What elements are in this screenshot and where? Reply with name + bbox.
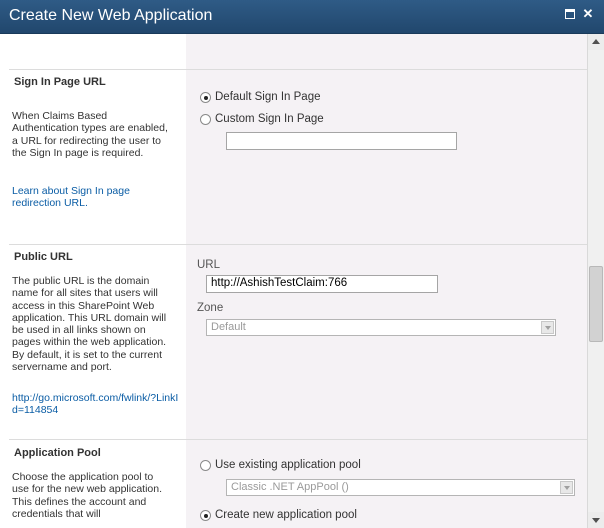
close-icon[interactable]: ✕ xyxy=(582,7,594,20)
scroll-down-icon[interactable] xyxy=(588,512,604,528)
app-pool-section-description: Choose the application pool to use for t… xyxy=(12,471,163,520)
maximize-icon[interactable] xyxy=(564,8,576,20)
app-pool-section-title: Application Pool xyxy=(14,447,101,459)
zone-select-value: Default xyxy=(211,321,246,333)
public-url-input[interactable]: http://AshishTestClaim:766 xyxy=(206,275,438,293)
scroll-up-icon[interactable] xyxy=(588,34,604,50)
chevron-down-icon[interactable] xyxy=(541,321,554,334)
section-divider xyxy=(9,439,587,440)
public-url-section-description: The public URL is the domain name for al… xyxy=(12,275,167,374)
url-field-label: URL xyxy=(197,259,221,271)
public-url-help-link[interactable]: http://go.microsoft.com/fwlink/?LinkId=1… xyxy=(12,392,184,417)
chevron-down-icon[interactable] xyxy=(560,481,573,494)
new-pool-label: Create new application pool xyxy=(215,509,357,521)
sign-in-section-description: When Claims Based Authentication types a… xyxy=(12,110,168,159)
default-sign-in-label: Default Sign In Page xyxy=(215,91,321,103)
sign-in-section-title: Sign In Page URL xyxy=(14,76,106,88)
existing-pool-select-value: Classic .NET AppPool () xyxy=(231,481,349,493)
existing-pool-select[interactable]: Classic .NET AppPool () xyxy=(226,479,575,496)
dialog-content: Sign In Page URL When Claims Based Authe… xyxy=(0,34,587,528)
vertical-scrollbar[interactable] xyxy=(587,34,604,528)
custom-sign-in-radio[interactable] xyxy=(200,114,211,125)
default-sign-in-radio[interactable] xyxy=(200,92,211,103)
section-divider xyxy=(9,244,587,245)
dialog-title: Create New Web Application xyxy=(9,7,213,24)
custom-sign-in-url-input[interactable] xyxy=(226,132,457,150)
new-pool-radio[interactable] xyxy=(200,510,211,521)
existing-pool-label: Use existing application pool xyxy=(215,459,361,471)
existing-pool-radio[interactable] xyxy=(200,460,211,471)
zone-field-label: Zone xyxy=(197,302,224,314)
scrollbar-thumb[interactable] xyxy=(589,266,603,342)
public-url-section-title: Public URL xyxy=(14,251,73,263)
zone-select[interactable]: Default xyxy=(206,319,556,336)
custom-sign-in-label: Custom Sign In Page xyxy=(215,113,324,125)
sign-in-help-link[interactable]: Learn about Sign In page redirection URL… xyxy=(12,185,177,210)
section-divider xyxy=(9,69,587,70)
dialog-titlebar: Create New Web Application ✕ xyxy=(0,0,604,34)
